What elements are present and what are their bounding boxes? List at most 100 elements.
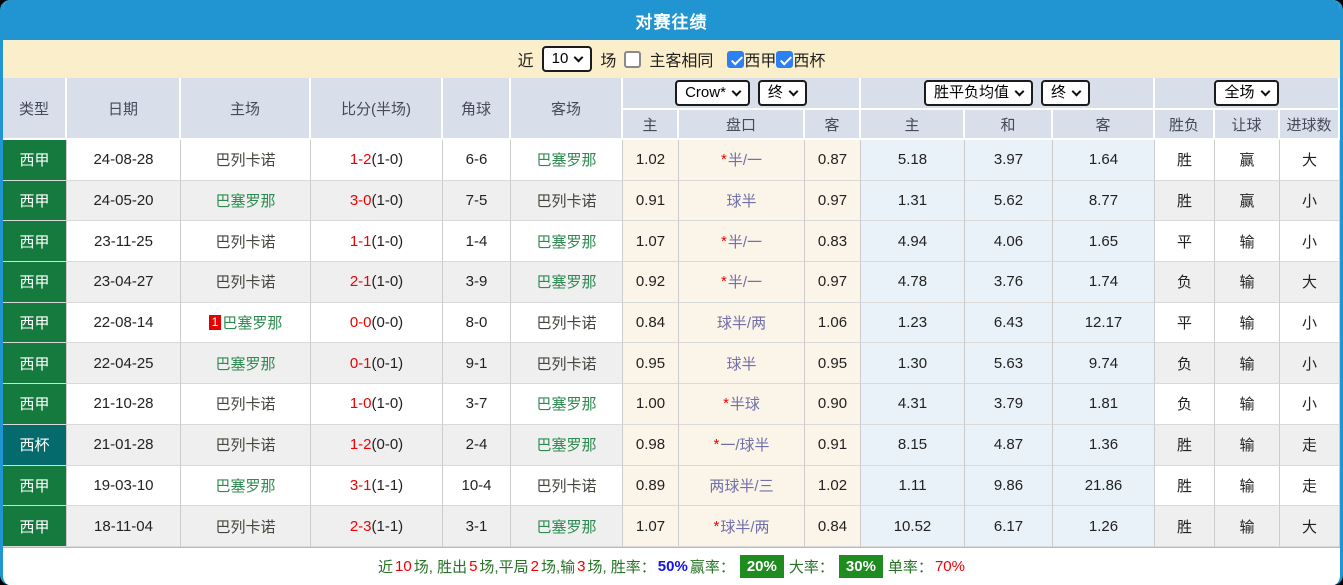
h2h-panel: 对赛往绩 近 10 场 主客相同 西甲 西杯 类型 日期 主场 比分(半场) 角… xyxy=(0,0,1343,585)
cell-avg-draw: 6.43 xyxy=(965,302,1053,344)
cell-handicap: * 球半/两 xyxy=(679,506,805,547)
col-header-date: 日期 xyxy=(67,78,181,140)
cell-handicap-result: 赢 xyxy=(1215,140,1280,181)
league-checkbox[interactable] xyxy=(727,50,745,68)
sub-header-avg-home: 主 xyxy=(861,110,965,140)
cell-avg-draw: 4.06 xyxy=(965,221,1053,263)
avg-group-header: 胜平负均值 终 xyxy=(861,78,1155,110)
cell-avg-away: 9.74 xyxy=(1053,343,1155,385)
cell-home-team: 巴列卡诺 xyxy=(181,262,311,303)
cell-handicap-result: 输 xyxy=(1215,384,1280,425)
cell-date: 24-08-28 xyxy=(67,140,181,181)
cell-odds-home: 1.02 xyxy=(623,140,679,181)
cell-avg-away: 1.26 xyxy=(1053,506,1155,547)
chevron-down-icon xyxy=(1014,86,1025,96)
cell-avg-draw: 6.17 xyxy=(965,506,1053,547)
league-label: 西甲 xyxy=(744,53,777,70)
cell-handicap-result: 输 xyxy=(1215,343,1280,385)
cup-label: 西杯 xyxy=(793,53,826,70)
cell-date: 22-08-14 xyxy=(67,302,181,344)
cell-odds-away: 0.83 xyxy=(805,221,861,263)
cell-result: 胜 xyxy=(1155,180,1215,222)
cell-handicap: 球半/两 xyxy=(679,302,805,344)
summary-text: 5 xyxy=(469,557,478,575)
cell-goals: 小 xyxy=(1280,221,1340,263)
same-venue-checkbox[interactable] xyxy=(624,50,642,68)
cell-odds-away: 0.97 xyxy=(805,262,861,303)
summary-text: 10 xyxy=(395,557,412,575)
cell-odds-home: 1.00 xyxy=(623,384,679,425)
cell-corner: 3-7 xyxy=(443,384,511,425)
cell-avg-away: 21.86 xyxy=(1053,465,1155,507)
cell-away-team: 巴塞罗那 xyxy=(511,506,623,547)
cell-handicap-result: 输 xyxy=(1215,262,1280,303)
cell-score: 1-0 (1-0) xyxy=(311,384,443,425)
cell-avg-home: 1.31 xyxy=(861,180,965,222)
chevron-down-icon xyxy=(1260,86,1270,96)
cell-home-team: 巴列卡诺 xyxy=(181,140,311,181)
games-label: 场 xyxy=(600,53,617,70)
cell-score: 1-1 (1-0) xyxy=(311,221,443,263)
cell-odds-away: 1.02 xyxy=(805,465,861,507)
cell-handicap-result: 输 xyxy=(1215,302,1280,344)
cell-result: 胜 xyxy=(1155,506,1215,547)
cell-handicap: 球半 xyxy=(679,180,805,222)
cell-odds-away: 0.90 xyxy=(805,384,861,425)
cell-type: 西甲 xyxy=(3,343,67,385)
cell-result: 胜 xyxy=(1155,140,1215,181)
cell-type: 西甲 xyxy=(3,221,67,263)
cell-odds-home: 0.91 xyxy=(623,180,679,222)
cell-type: 西甲 xyxy=(3,262,67,303)
cell-away-team: 巴列卡诺 xyxy=(511,180,623,222)
cell-away-team: 巴塞罗那 xyxy=(511,384,623,425)
col-header-away: 客场 xyxy=(511,78,623,140)
cell-home-team: 巴列卡诺 xyxy=(181,221,311,263)
summary-text: 场,平局 xyxy=(479,558,529,576)
cup-checkbox[interactable] xyxy=(776,50,794,68)
summary-text: 大率： xyxy=(788,558,834,576)
scope-select[interactable]: 全场 xyxy=(1214,80,1279,106)
recent-count-select[interactable]: 10 xyxy=(541,46,593,72)
avg-final-select[interactable]: 终 xyxy=(1041,80,1091,106)
cell-avg-draw: 5.62 xyxy=(965,180,1053,222)
odds-group-header: Crow* 终 xyxy=(623,78,861,110)
cell-type: 西甲 xyxy=(3,140,67,181)
cell-type: 西甲 xyxy=(3,384,67,425)
cell-away-team: 巴塞罗那 xyxy=(511,140,623,181)
cell-goals: 大 xyxy=(1280,262,1340,303)
cell-corner: 7-5 xyxy=(443,180,511,222)
cell-odds-away: 0.91 xyxy=(805,424,861,466)
cell-score: 3-1 (1-1) xyxy=(311,465,443,507)
cell-handicap: * 半/一 xyxy=(679,262,805,303)
sub-header-handicap: 盘口 xyxy=(679,110,805,140)
cell-score: 1-2 (1-0) xyxy=(311,140,443,181)
cell-avg-away: 1.74 xyxy=(1053,262,1155,303)
cell-handicap-result: 输 xyxy=(1215,221,1280,263)
cell-corner: 3-9 xyxy=(443,262,511,303)
cell-goals: 小 xyxy=(1280,384,1340,425)
cell-corner: 2-4 xyxy=(443,424,511,466)
cell-avg-draw: 5.63 xyxy=(965,343,1053,385)
cell-score: 0-0 (0-0) xyxy=(311,302,443,344)
summary-text: 场, 胜率： xyxy=(587,558,656,576)
col-header-home: 主场 xyxy=(181,78,311,140)
odds-final-select[interactable]: 终 xyxy=(757,80,807,106)
cell-home-team: 巴列卡诺 xyxy=(181,424,311,466)
cell-odds-home: 1.07 xyxy=(623,506,679,547)
cell-away-team: 巴塞罗那 xyxy=(511,424,623,466)
avg-select[interactable]: 胜平负均值 xyxy=(923,80,1033,106)
cell-avg-home: 10.52 xyxy=(861,506,965,547)
cell-handicap-result: 输 xyxy=(1215,424,1280,466)
cell-odds-away: 1.06 xyxy=(805,302,861,344)
cell-type: 西甲 xyxy=(3,465,67,507)
col-header-score: 比分(半场) xyxy=(311,78,443,140)
cell-type: 西杯 xyxy=(3,424,67,466)
cell-away-team: 巴塞罗那 xyxy=(511,262,623,303)
odds-source-select[interactable]: Crow* xyxy=(675,80,750,106)
chevron-down-icon xyxy=(573,52,584,62)
cell-odds-home: 0.95 xyxy=(623,343,679,385)
cell-date: 21-10-28 xyxy=(67,384,181,425)
cell-avg-draw: 3.79 xyxy=(965,384,1053,425)
summary-rate-badge: 30% xyxy=(838,554,883,578)
cell-handicap-result: 赢 xyxy=(1215,180,1280,222)
